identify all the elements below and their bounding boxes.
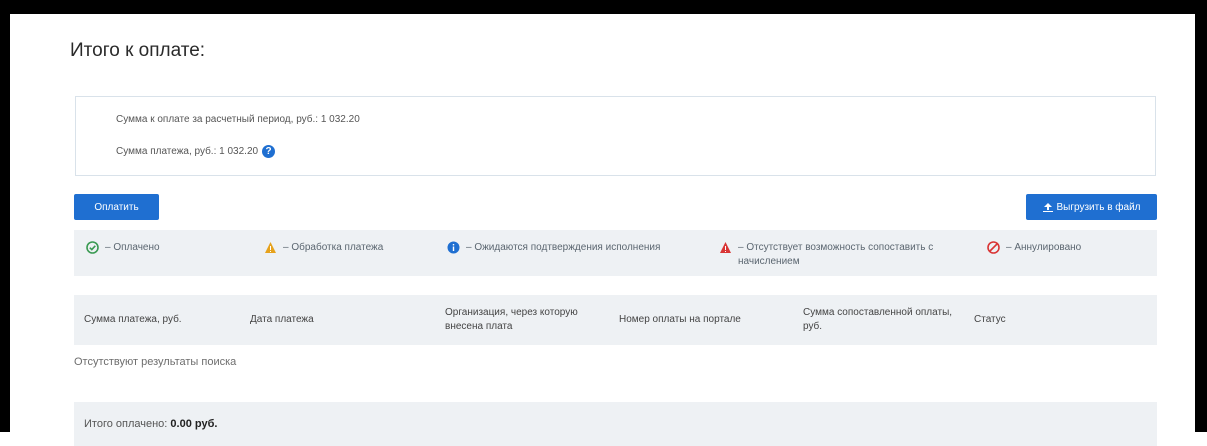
status-legend: – Оплачено – Обработка платежа – Ожидают… — [74, 230, 1157, 276]
payments-table-header: Сумма платежа, руб. Дата платежа Организ… — [74, 295, 1157, 345]
page-title: Итого к оплате: — [70, 40, 206, 61]
column-header[interactable]: Сумма платежа, руб. — [84, 313, 182, 327]
column-header[interactable]: Дата платежа — [250, 313, 314, 327]
screenshot-frame-top — [0, 0, 1207, 14]
export-label: Выгрузить в файл — [1056, 201, 1141, 213]
legend-unmatched: – Отсутствует возможность сопоставить с … — [719, 241, 949, 269]
warning-triangle-icon — [265, 242, 276, 253]
payment-page: Итого к оплате: Сумма к оплате за расчет… — [10, 14, 1195, 446]
question-circle-icon[interactable]: ? — [262, 145, 276, 158]
export-button[interactable]: Выгрузить в файл — [1026, 194, 1157, 220]
upload-icon — [1042, 202, 1053, 212]
period-total: Сумма к оплате за расчетный период, руб.… — [116, 114, 360, 125]
screenshot-frame-left — [0, 0, 10, 432]
total-paid-value: 0.00 руб. — [170, 418, 218, 430]
legend-awaiting: – Ожидаются подтверждения исполнения — [447, 241, 687, 255]
legend-paid: – Оплачено — [86, 241, 160, 255]
payment-total: Сумма платежа, руб.: 1 032.20 — [116, 146, 259, 157]
cancel-circle-icon — [987, 241, 1000, 254]
pay-button[interactable]: Оплатить — [74, 194, 159, 220]
legend-cancelled: – Аннулировано — [987, 241, 1081, 255]
warning-triangle-icon — [720, 242, 731, 253]
empty-results-message: Отсутствуют результаты поиска — [74, 356, 237, 368]
column-header[interactable]: Организация, через которую внесена плата — [445, 306, 605, 334]
check-circle-icon — [86, 241, 99, 254]
payment-footer: Итого оплачено: 0.00 руб. — [74, 402, 1157, 446]
total-paid-label: Итого оплачено: — [84, 418, 168, 430]
legend-processing: – Обработка платежа — [264, 241, 383, 255]
column-header[interactable]: Сумма сопоставленной оплаты, руб. — [803, 306, 953, 334]
payment-total-row: Сумма платежа, руб.: 1 032.20 ? — [116, 145, 276, 158]
total-paid: Итого оплачено: 0.00 руб. — [84, 418, 217, 430]
info-circle-icon — [447, 241, 460, 254]
payment-summary: Сумма к оплате за расчетный период, руб.… — [75, 96, 1156, 176]
column-header[interactable]: Статус — [974, 313, 1006, 327]
screenshot-frame-right — [1195, 0, 1207, 432]
column-header[interactable]: Номер оплаты на портале — [619, 313, 741, 327]
